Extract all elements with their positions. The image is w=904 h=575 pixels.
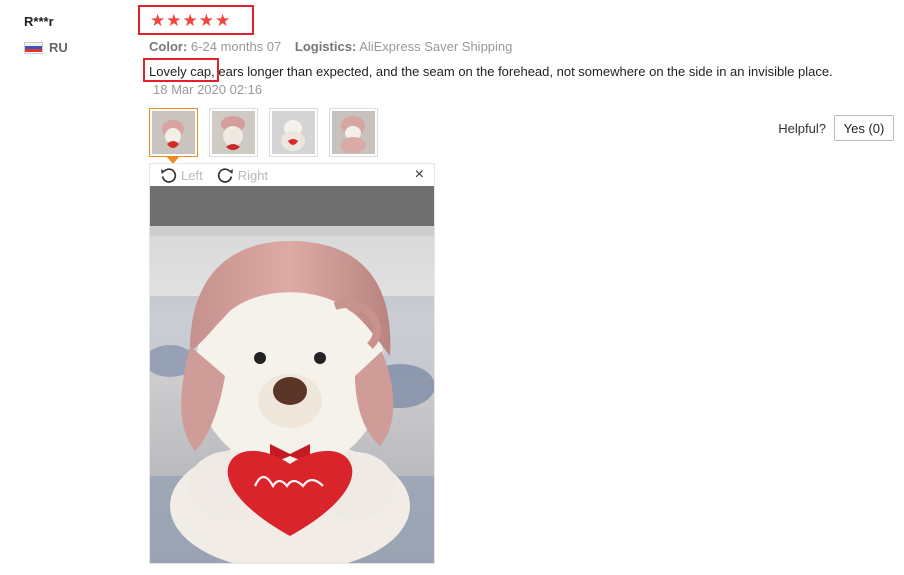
rotate-left-label: Left <box>181 167 203 183</box>
close-icon[interactable]: × <box>415 166 424 184</box>
photo-viewer: Left Right × <box>149 163 435 564</box>
star-icon: ★ <box>182 10 198 30</box>
photo-thumbnail[interactable] <box>329 108 378 157</box>
reviewer-name: R***r <box>24 14 54 29</box>
helpful-yes-button[interactable]: Yes (0) <box>834 115 894 141</box>
thumbnail-image <box>272 111 315 154</box>
photo-thumbnail[interactable] <box>149 108 198 164</box>
thumbnail-image <box>332 111 375 154</box>
photo-thumbnail[interactable] <box>269 108 318 157</box>
rotate-right-icon <box>217 167 233 183</box>
rotate-left-icon <box>161 167 177 183</box>
rotate-left-button[interactable]: Left <box>160 167 203 184</box>
review-photo <box>150 186 434 563</box>
reviewer-country: RU <box>24 40 68 55</box>
review-text-highlight: Lovely cap, <box>149 64 215 79</box>
rotate-right-button[interactable]: Right <box>217 167 268 184</box>
star-icon: ★ <box>215 10 231 30</box>
star-rating: ★ ★ ★ ★ ★ <box>138 5 254 35</box>
flag-icon <box>24 41 43 54</box>
star-icon: ★ <box>198 10 214 30</box>
logistics-value: AliExpress Saver Shipping <box>359 39 513 54</box>
logistics-label: Logistics: <box>294 39 357 54</box>
country-code: RU <box>49 40 68 55</box>
viewer-toolbar: Left Right <box>150 164 434 186</box>
review-date: 18 Mar 2020 02:16 <box>153 82 263 97</box>
thumbnail-image <box>152 111 195 154</box>
review-text-rest: ears longer than expected, and the seam … <box>214 64 833 79</box>
review-meta: Color: 6-24 months 07 Logistics: AliExpr… <box>149 39 512 54</box>
thumbnail-image <box>212 111 255 154</box>
photo-thumbnails <box>149 108 378 164</box>
star-icon: ★ <box>166 10 182 30</box>
helpful-label: Helpful? <box>778 121 826 136</box>
color-value: 6-24 months 07 <box>190 39 282 54</box>
color-label: Color: <box>149 39 188 54</box>
star-icon: ★ <box>150 10 166 30</box>
photo-thumbnail[interactable] <box>209 108 258 157</box>
review-text: Lovely cap, ears longer than expected, a… <box>149 64 833 79</box>
rotate-right-label: Right <box>237 167 269 183</box>
